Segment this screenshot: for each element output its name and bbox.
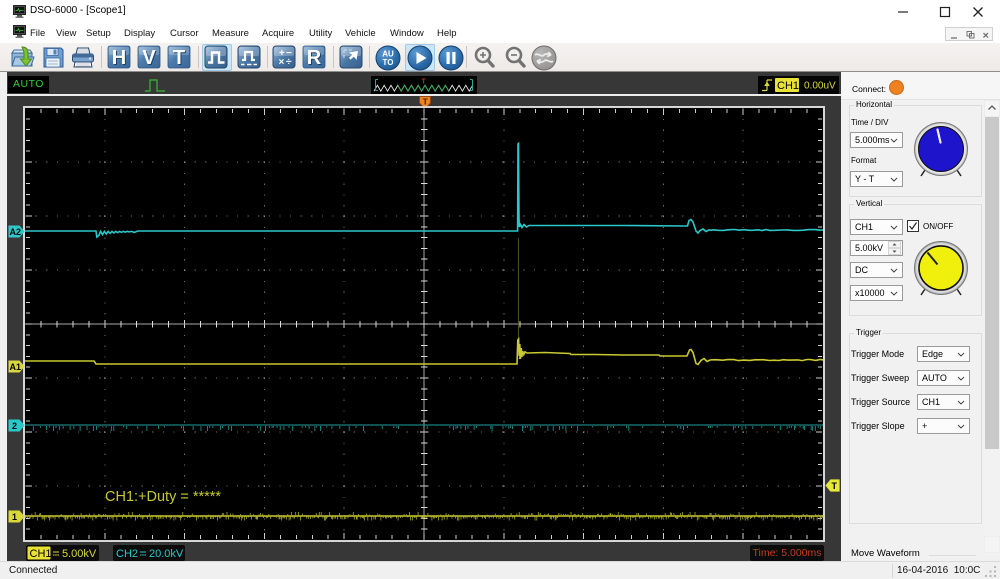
svg-text:T: T: [423, 96, 429, 106]
svg-text:CH1: CH1: [777, 80, 799, 92]
svg-text:V: V: [142, 47, 156, 69]
svg-text:A1: A1: [10, 362, 22, 372]
svg-text:2: 2: [12, 421, 17, 431]
svg-text:1: 1: [12, 512, 17, 522]
svg-text:20.0kV: 20.0kV: [149, 548, 184, 560]
svg-text:TO: TO: [383, 58, 394, 67]
svg-text:T: T: [173, 47, 185, 69]
svg-text:÷: ÷: [286, 57, 292, 68]
svg-text:T: T: [832, 481, 838, 491]
svg-text:CH2: CH2: [116, 548, 138, 560]
svg-text:R: R: [307, 47, 322, 69]
svg-text:A2: A2: [10, 227, 22, 237]
svg-text:T: T: [422, 79, 427, 86]
svg-text:CH1:+Duty = *****: CH1:+Duty = *****: [105, 489, 221, 505]
svg-text:CH1: CH1: [30, 548, 52, 560]
svg-text:×: ×: [279, 57, 285, 68]
svg-text:0.00uV: 0.00uV: [804, 81, 836, 92]
svg-text:5.00kV: 5.00kV: [62, 548, 97, 560]
svg-text:H: H: [112, 47, 126, 69]
